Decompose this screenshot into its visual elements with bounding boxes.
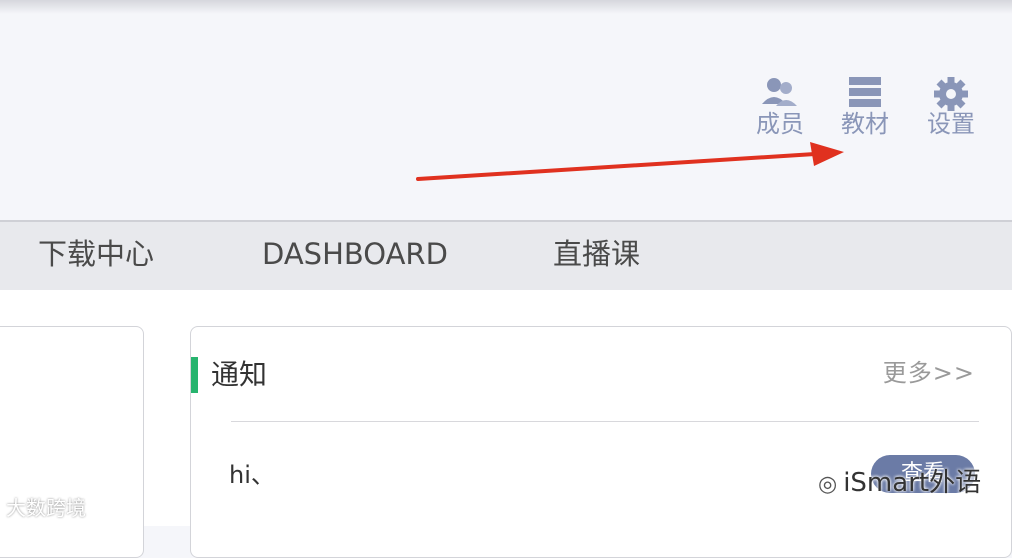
top-shadow xyxy=(0,0,1012,14)
notice-item-text[interactable]: hi、 xyxy=(229,459,275,491)
members-button[interactable]: 成员 xyxy=(748,74,812,138)
settings-label: 设置 xyxy=(927,110,975,138)
members-label: 成员 xyxy=(756,110,804,138)
nav-item-download-center[interactable]: 下载中心 xyxy=(38,236,154,272)
watermark-left: 大数跨境 xyxy=(6,496,86,520)
members-icon xyxy=(762,78,797,106)
watermark-right: ◎ iSmart外语 xyxy=(818,462,981,499)
nav-item-live-class[interactable]: 直播课 xyxy=(553,236,640,272)
notice-panel: 通知 更多>> hi、 查看 xyxy=(190,326,1012,558)
wechat-icon: ◎ xyxy=(818,472,838,497)
left-panel xyxy=(0,326,144,558)
nav-bar: 下载中心 DASHBOARD 直播课 xyxy=(0,220,1012,290)
settings-button[interactable]: 设置 xyxy=(919,74,983,138)
materials-icon xyxy=(849,77,881,107)
notice-title: 通知 xyxy=(211,358,268,391)
annotation-arrow xyxy=(416,142,844,181)
notice-accent-bar xyxy=(191,357,198,393)
materials-button[interactable]: 教材 xyxy=(833,74,897,138)
watermark-right-text: iSmart外语 xyxy=(843,468,982,498)
gear-icon xyxy=(934,77,968,111)
materials-label: 教材 xyxy=(841,110,889,138)
nav-item-dashboard[interactable]: DASHBOARD xyxy=(262,236,448,272)
more-link[interactable]: 更多>> xyxy=(883,357,975,389)
notice-divider xyxy=(231,421,979,422)
